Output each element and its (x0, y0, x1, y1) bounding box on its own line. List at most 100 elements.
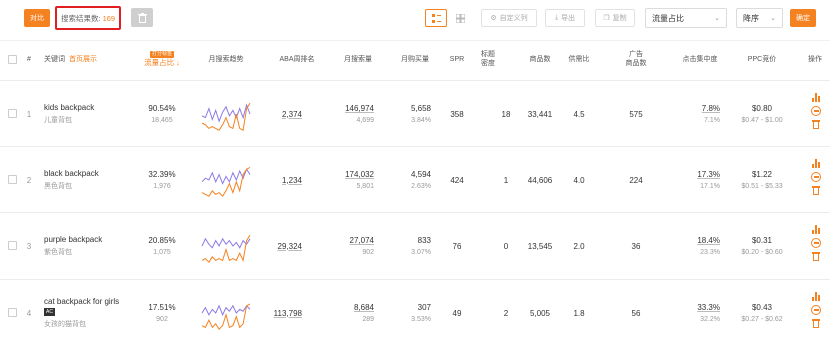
custom-columns-button[interactable]: ⚙ 自定义列 (481, 9, 537, 27)
header-traffic-label: 流量占比 ↓ (144, 58, 180, 67)
row-checkbox[interactable] (8, 308, 17, 317)
search-trend-sparkline[interactable] (200, 293, 252, 333)
bar-chart-icon[interactable] (811, 93, 821, 102)
click-concentration-cell[interactable]: 18.4% 23.3% (676, 213, 720, 279)
aba-rank[interactable]: 29,324 (278, 242, 302, 251)
trash-icon[interactable] (812, 319, 820, 328)
export-button[interactable]: ⤓ 导出 (545, 9, 585, 27)
title-density-value: 2 (503, 308, 509, 318)
aba-cell[interactable]: 2,374 (272, 81, 302, 147)
header-monthly-purchase[interactable]: 月购买量 (393, 46, 437, 72)
header-spr[interactable]: SPR (446, 46, 468, 72)
compare-button[interactable]: 对比 (24, 9, 50, 27)
product-count-value: 33,441 (527, 109, 553, 119)
bar-chart-icon[interactable] (811, 159, 821, 168)
row-checkbox[interactable] (8, 241, 17, 250)
trend-cell[interactable] (198, 213, 254, 279)
click-concentration[interactable]: 33.3% (697, 303, 720, 312)
search-trend-sparkline[interactable] (200, 94, 252, 134)
monthly-purchase: 5,658 (410, 104, 431, 113)
aba-cell[interactable]: 113,798 (272, 280, 302, 346)
header-supply-ratio[interactable]: 供需比 (566, 46, 592, 72)
ad-products-value: 56 (631, 308, 641, 318)
trash-icon[interactable] (812, 186, 820, 195)
header-traffic[interactable]: 打分标签 流量占比 ↓ (140, 46, 184, 72)
ppc-range: $0.27 - $0.62 (741, 316, 783, 323)
click-concentration[interactable]: 18.4% (697, 236, 720, 245)
click-concentration[interactable]: 17.3% (697, 170, 720, 179)
grid-view-button[interactable] (425, 9, 447, 27)
monthly-search-cell[interactable]: 146,974 4,699 (336, 81, 374, 147)
monthly-search-cell[interactable]: 174,032 5,801 (336, 147, 374, 213)
click-concentration-cell[interactable]: 17.3% 17.1% (676, 147, 720, 213)
copy-button[interactable]: ❐ 复制 (595, 9, 635, 27)
minus-circle-icon[interactable] (811, 238, 821, 248)
monthly-search[interactable]: 27,074 (350, 236, 374, 245)
keyword-cell[interactable]: purple backpack 紫色背包 (44, 213, 139, 279)
keyword-text[interactable]: kids backpack (44, 103, 139, 112)
row-checkbox[interactable] (8, 109, 17, 118)
list-view-button[interactable] (449, 9, 471, 27)
table-row[interactable]: 4 cat backpack for girls AC 女孩的猫背包 17.51… (0, 279, 830, 345)
minus-circle-icon[interactable] (811, 305, 821, 315)
keyword-cell[interactable]: black backpack 黑色背包 (44, 147, 139, 213)
product-count-value: 13,545 (527, 241, 553, 251)
header-ppc[interactable]: PPC竞价 (742, 46, 782, 72)
search-trend-sparkline[interactable] (200, 160, 252, 200)
row-checkbox[interactable] (8, 175, 17, 184)
click-concentration[interactable]: 7.8% (702, 104, 720, 113)
aba-rank[interactable]: 1,234 (282, 176, 302, 185)
keyword-cell[interactable]: cat backpack for girls AC 女孩的猫背包 (44, 280, 139, 346)
search-count-label: 搜索结果数: (61, 13, 101, 23)
trend-cell[interactable] (198, 81, 254, 147)
keyword-text[interactable]: purple backpack (44, 235, 139, 244)
toolbar-divider (0, 40, 830, 41)
spr-value: 76 (452, 241, 462, 251)
monthly-search[interactable]: 8,684 (354, 303, 374, 312)
trend-cell[interactable] (198, 280, 254, 346)
header-monthly-search[interactable]: 月搜索量 (336, 46, 380, 72)
keyword-cell[interactable]: kids backpack 儿童背包 (44, 81, 139, 147)
monthly-search-cell[interactable]: 27,074 902 (336, 213, 374, 279)
header-ad-products[interactable]: 广告 商品数 (621, 46, 651, 72)
trend-cell[interactable] (198, 147, 254, 213)
monthly-search[interactable]: 174,032 (345, 170, 374, 179)
delete-button[interactable] (131, 8, 153, 27)
bar-chart-icon[interactable] (811, 292, 821, 301)
header-keyword[interactable]: 关键词 首页展示 (44, 46, 114, 72)
minus-circle-icon[interactable] (811, 172, 821, 182)
monthly-purchase: 833 (417, 236, 431, 245)
keyword-translation: 女孩的猫背包 (44, 321, 86, 328)
select-all-checkbox[interactable] (8, 55, 17, 64)
header-title-density[interactable]: 标题 密度 (476, 46, 500, 72)
click-concentration-cell[interactable]: 33.3% 32.2% (676, 280, 720, 346)
trash-icon[interactable] (812, 252, 820, 261)
minus-circle-icon[interactable] (811, 106, 821, 116)
click-concentration-sub: 17.1% (700, 183, 720, 190)
aba-cell[interactable]: 29,324 (272, 213, 302, 279)
traffic-pct: 20.85% (148, 236, 176, 245)
sort-order-select[interactable]: 降序 ⌄ (736, 8, 783, 28)
trash-icon[interactable] (812, 120, 820, 129)
table-row[interactable]: 1 kids backpack 儿童背包 90.54% 18,465 2,374… (0, 80, 830, 146)
header-keyword-toggle[interactable]: 首页展示 (69, 55, 97, 64)
bar-chart-icon[interactable] (811, 225, 821, 234)
search-trend-sparkline[interactable] (200, 226, 252, 266)
row-index: 1 (26, 109, 32, 119)
header-product-count[interactable]: 商品数 (525, 46, 555, 72)
monthly-search[interactable]: 146,974 (345, 104, 374, 113)
aba-cell[interactable]: 1,234 (272, 147, 302, 213)
keyword-text[interactable]: cat backpack for girls (44, 297, 139, 306)
keyword-text[interactable]: black backpack (44, 169, 139, 178)
table-row[interactable]: 3 purple backpack 紫色背包 20.85% 1,075 29,3… (0, 212, 830, 278)
aba-rank[interactable]: 113,798 (274, 309, 302, 318)
aba-rank[interactable]: 2,374 (282, 110, 302, 119)
copy-label: 复制 (612, 15, 627, 22)
table-row[interactable]: 2 black backpack 黑色背包 32.39% 1,976 1,234… (0, 146, 830, 212)
monthly-search-cell[interactable]: 8,684 289 (336, 280, 374, 346)
header-aba[interactable]: ABA周排名 (272, 46, 322, 72)
confirm-button[interactable]: 确定 (790, 9, 816, 27)
header-click-concentration[interactable]: 点击集中度 (676, 46, 724, 72)
click-concentration-cell[interactable]: 7.8% 7.1% (676, 81, 720, 147)
sort-field-select[interactable]: 流量占比 ⌄ (645, 8, 727, 28)
